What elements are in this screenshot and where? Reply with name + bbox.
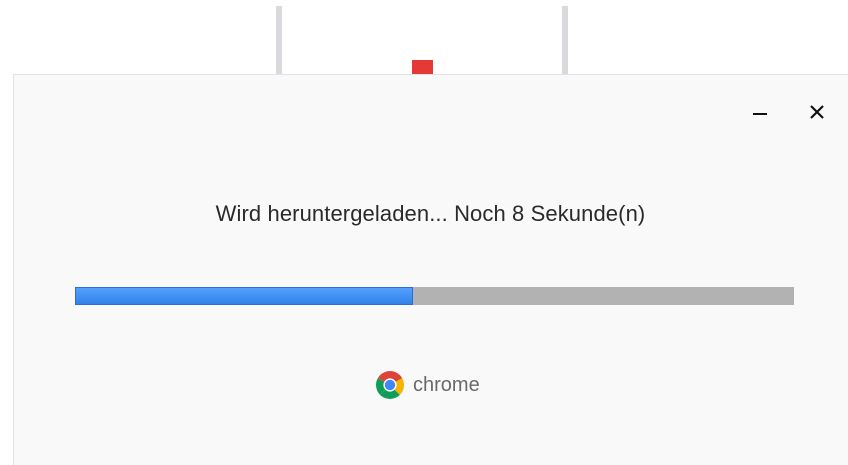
chrome-wordmark: chrome bbox=[413, 373, 480, 396]
download-progress-fill bbox=[75, 287, 413, 305]
chrome-branding: chrome bbox=[375, 369, 480, 401]
download-status-text: Wird heruntergeladen... Noch 8 Sekunde(n… bbox=[215, 201, 646, 226]
close-button[interactable] bbox=[804, 99, 830, 125]
background-divider-right bbox=[562, 6, 568, 76]
minimize-button[interactable] bbox=[747, 99, 773, 125]
minimize-icon bbox=[753, 113, 767, 115]
close-icon bbox=[810, 105, 824, 119]
download-progress-bar bbox=[75, 287, 794, 305]
chrome-logo-icon bbox=[376, 371, 404, 399]
background-divider-left bbox=[276, 6, 282, 76]
download-dialog: Wird heruntergeladen... Noch 8 Sekunde(n… bbox=[13, 74, 848, 465]
